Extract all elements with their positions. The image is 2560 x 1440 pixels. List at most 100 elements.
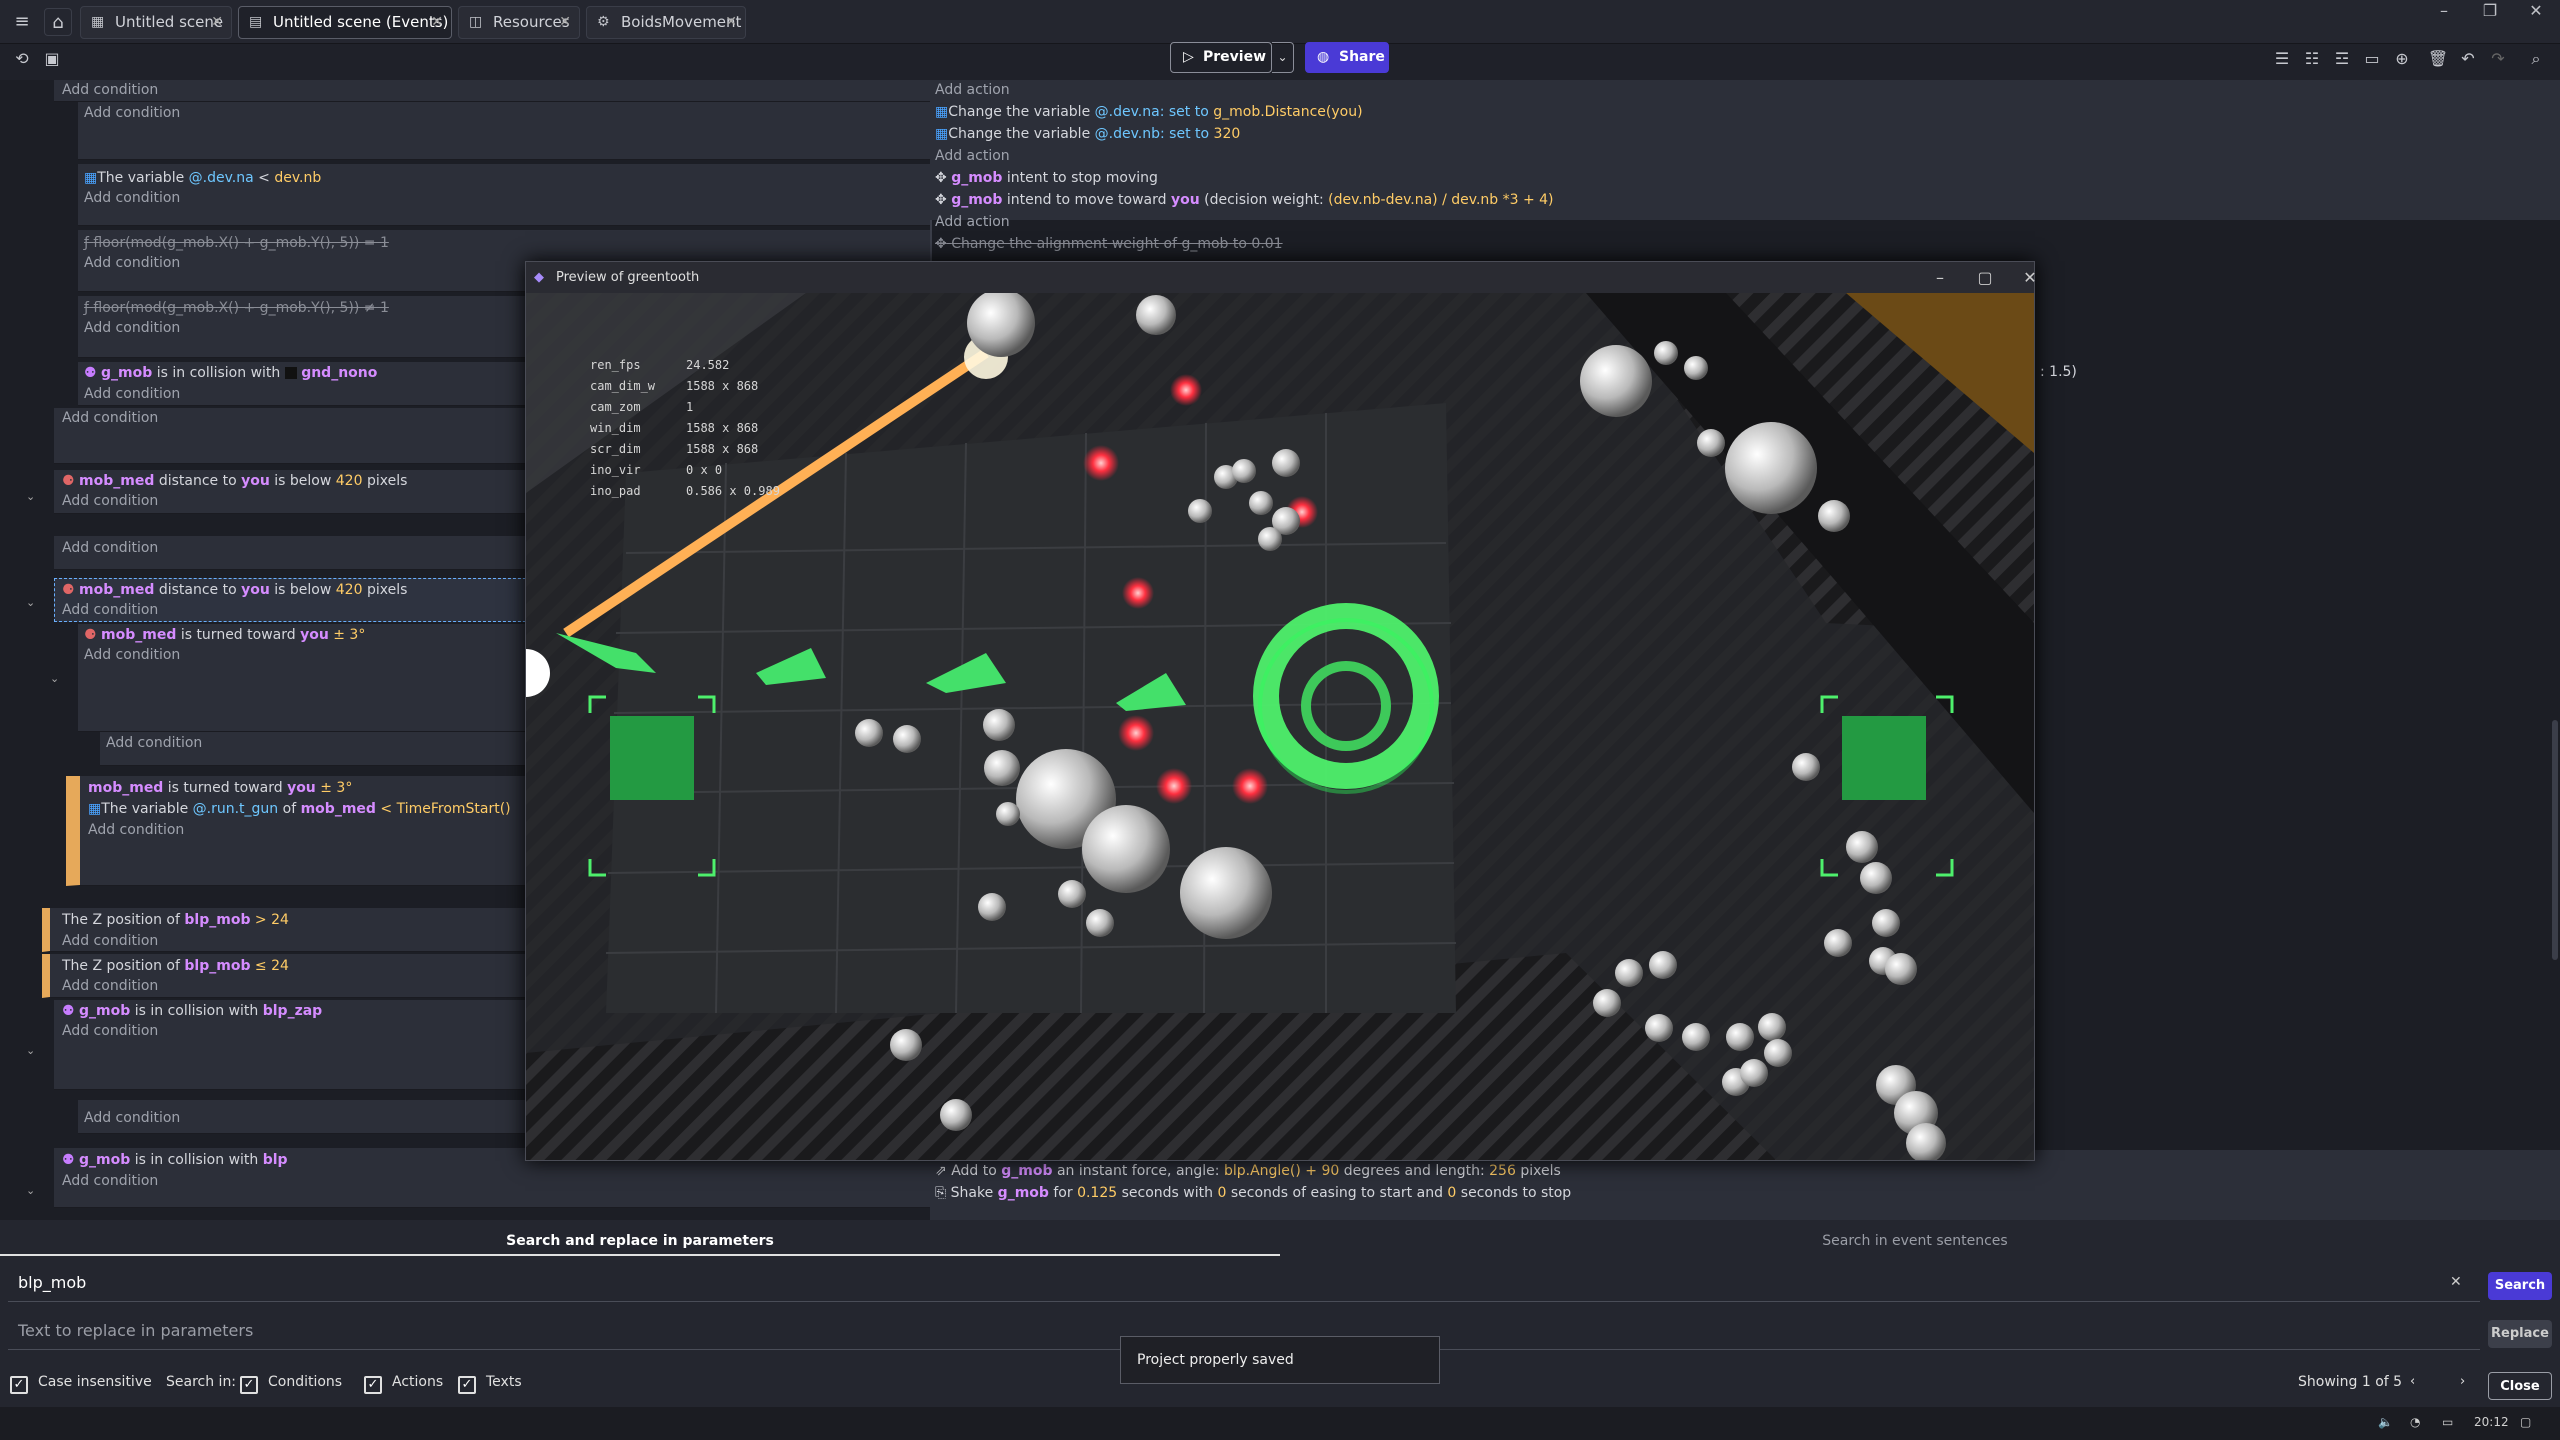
maximize-icon[interactable]: ▢: [1965, 262, 2005, 293]
action-stop-moving[interactable]: ✥ g_mob intent to stop moving: [935, 170, 1158, 186]
condition-collision[interactable]: ⚉ g_mob is in collision with gnd_nono: [84, 365, 377, 381]
condition-collision[interactable]: ⚉ g_mob is in collision with blp_zap: [62, 1003, 322, 1019]
condition-expression-disabled[interactable]: ƒ floor(mod(g_mob.X() + g_mob.Y(), 5)) ≠…: [84, 300, 389, 316]
case-insensitive-checkbox[interactable]: ✓: [10, 1376, 28, 1394]
condition-expression-disabled[interactable]: ƒ floor(mod(g_mob.X() + g_mob.Y(), 5)) =…: [84, 235, 389, 251]
close-window-icon[interactable]: ✕: [2516, 0, 2556, 22]
add-condition-link[interactable]: Add condition: [62, 1023, 158, 1039]
minimize-icon[interactable]: –: [2424, 0, 2464, 22]
add-condition-link[interactable]: Add condition: [62, 933, 158, 949]
tab-search-parameters[interactable]: Search and replace in parameters: [0, 1226, 1280, 1256]
action-change-variable[interactable]: ▦Change the variable @.dev.nb: set to 32…: [935, 126, 1240, 142]
add-group-icon[interactable]: ☲: [2330, 47, 2354, 71]
add-condition-link[interactable]: Add condition: [62, 1173, 158, 1189]
condition-distance[interactable]: ⚈ mob_med distance to you is below 420 p…: [62, 582, 407, 598]
add-condition-link[interactable]: Add condition: [88, 822, 184, 838]
game-canvas[interactable]: ren_fps 24.582 cam_dim_w 1588 x 868 cam_zom 1…: [526, 293, 2034, 1160]
add-condition-link[interactable]: Add condition: [62, 978, 158, 994]
condition-z-position[interactable]: The Z position of blp_mob ≤ 24: [62, 958, 289, 974]
next-result-icon[interactable]: ›: [2460, 1374, 2465, 1389]
preview-window[interactable]: ◆ Preview of greentooth – ▢ ✕ ren_fps 24…: [525, 261, 2037, 1161]
add-action-link[interactable]: Add action: [935, 148, 1010, 164]
collapse-icon[interactable]: ⌄: [26, 490, 35, 503]
add-condition-link[interactable]: Add condition: [84, 647, 180, 663]
close-icon[interactable]: ✕: [725, 7, 737, 38]
collapse-icon[interactable]: ⌄: [50, 672, 59, 685]
condition-turned-toward[interactable]: mob_med is turned toward you ± 3°: [88, 780, 352, 796]
add-subevent-icon[interactable]: ☷: [2300, 47, 2324, 71]
action-change-variable[interactable]: ▦Change the variable @.dev.na: set to g_…: [935, 104, 1363, 120]
redo-icon[interactable]: ↷: [2486, 47, 2510, 71]
conditions-checkbox[interactable]: ✓: [240, 1376, 258, 1394]
add-condition-link[interactable]: Add condition: [84, 320, 180, 336]
add-action-link[interactable]: Add action: [935, 82, 1010, 98]
add-condition-link[interactable]: Add condition: [84, 386, 180, 402]
condition-variable[interactable]: ▦The variable @.run.t_gun of mob_med < T…: [88, 801, 511, 817]
add-condition-link[interactable]: Add condition: [84, 1110, 180, 1126]
add-condition-link[interactable]: Add condition: [62, 602, 158, 618]
collapse-icon[interactable]: ⌄: [26, 1044, 35, 1057]
search-input[interactable]: blp_mob: [8, 1264, 2480, 1302]
collapse-icon[interactable]: ⌄: [26, 1184, 35, 1197]
scene-history-icon[interactable]: ⟲: [10, 47, 34, 71]
condition-variable[interactable]: ▦The variable @.dev.na < dev.nb: [84, 170, 321, 186]
previous-result-icon[interactable]: ‹: [2410, 1374, 2415, 1389]
save-icon[interactable]: ▣: [40, 47, 64, 71]
add-condition-link[interactable]: Add condition: [106, 735, 202, 751]
close-icon[interactable]: ✕: [431, 7, 443, 38]
undo-icon[interactable]: ↶: [2456, 47, 2480, 71]
add-icon[interactable]: ⊕: [2390, 47, 2414, 71]
preview-dropdown[interactable]: ⌄: [1272, 42, 1294, 73]
action-shake[interactable]: ⎘ Shake g_mob for 0.125 seconds with 0 s…: [935, 1185, 1571, 1201]
object-icon: ⚈: [62, 473, 75, 489]
add-condition-link[interactable]: Add condition: [84, 255, 180, 271]
collapse-icon[interactable]: ⌄: [26, 596, 35, 609]
event-block: [54, 80, 930, 102]
home-icon[interactable]: ⌂: [44, 8, 72, 36]
delete-icon[interactable]: 🗑: [2426, 47, 2450, 71]
action-alignment-disabled[interactable]: ✥ Change the alignment weight of g_mob t…: [935, 236, 1283, 252]
preview-button[interactable]: ▷ Preview: [1170, 42, 1272, 73]
tab-untitled-scene[interactable]: ▦ Untitled scene ✕: [80, 6, 232, 39]
add-condition-link[interactable]: Add condition: [62, 410, 158, 426]
condition-turned-toward[interactable]: ⚈ mob_med is turned toward you ± 3°: [84, 627, 365, 643]
add-condition-link[interactable]: Add condition: [62, 82, 158, 98]
tab-boidsmovement[interactable]: ⚙ BoidsMovement ✕: [586, 6, 746, 39]
close-icon[interactable]: ✕: [211, 7, 223, 38]
close-icon[interactable]: ✕: [2010, 262, 2050, 293]
texts-checkbox[interactable]: ✓: [458, 1376, 476, 1394]
actions-checkbox[interactable]: ✓: [364, 1376, 382, 1394]
menu-icon[interactable]: ≡: [8, 8, 36, 36]
replace-button[interactable]: Replace: [2488, 1320, 2552, 1348]
add-condition-link[interactable]: Add condition: [84, 105, 180, 121]
tab-untitled-scene-events[interactable]: ▤ Untitled scene (Events) ✕: [238, 6, 452, 39]
tab-search-sentences[interactable]: Search in event sentences: [1280, 1226, 2550, 1256]
add-condition-link[interactable]: Add condition: [84, 190, 180, 206]
action-move-toward[interactable]: ✥ g_mob intend to move toward you (decis…: [935, 192, 1554, 208]
add-event-icon[interactable]: ☰: [2270, 47, 2294, 71]
condition-collision[interactable]: ⚉ g_mob is in collision with blp: [62, 1152, 288, 1168]
texts-label: Texts: [486, 1374, 522, 1390]
add-comment-icon[interactable]: ▭: [2360, 47, 2384, 71]
close-button[interactable]: Close: [2488, 1372, 2552, 1400]
search-button[interactable]: Search: [2488, 1272, 2552, 1300]
wifi-icon[interactable]: ◔: [2410, 1415, 2420, 1429]
notification-icon[interactable]: ▢: [2520, 1415, 2531, 1429]
condition-z-position[interactable]: The Z position of blp_mob > 24: [62, 912, 289, 928]
boids-icon: ✥: [935, 236, 947, 252]
clear-icon[interactable]: ✕: [2450, 1274, 2462, 1290]
speaker-icon[interactable]: 🔈: [2378, 1415, 2393, 1429]
action-force[interactable]: ⇗ Add to g_mob an instant force, angle: …: [935, 1163, 1561, 1179]
tab-resources[interactable]: ◫ Resources ✕: [458, 6, 580, 39]
scrollbar[interactable]: [2552, 720, 2558, 960]
share-button[interactable]: ◍ Share: [1305, 42, 1389, 73]
add-condition-link[interactable]: Add condition: [62, 540, 158, 556]
close-icon[interactable]: ✕: [559, 7, 571, 38]
search-icon[interactable]: ⌕: [2524, 47, 2548, 71]
condition-distance[interactable]: ⚈ mob_med distance to you is below 420 p…: [62, 473, 407, 489]
add-action-link[interactable]: Add action: [935, 214, 1010, 230]
add-condition-link[interactable]: Add condition: [62, 493, 158, 509]
battery-icon[interactable]: ▭: [2442, 1415, 2453, 1429]
restore-icon[interactable]: ❐: [2470, 0, 2510, 22]
minimize-icon[interactable]: –: [1920, 262, 1960, 293]
